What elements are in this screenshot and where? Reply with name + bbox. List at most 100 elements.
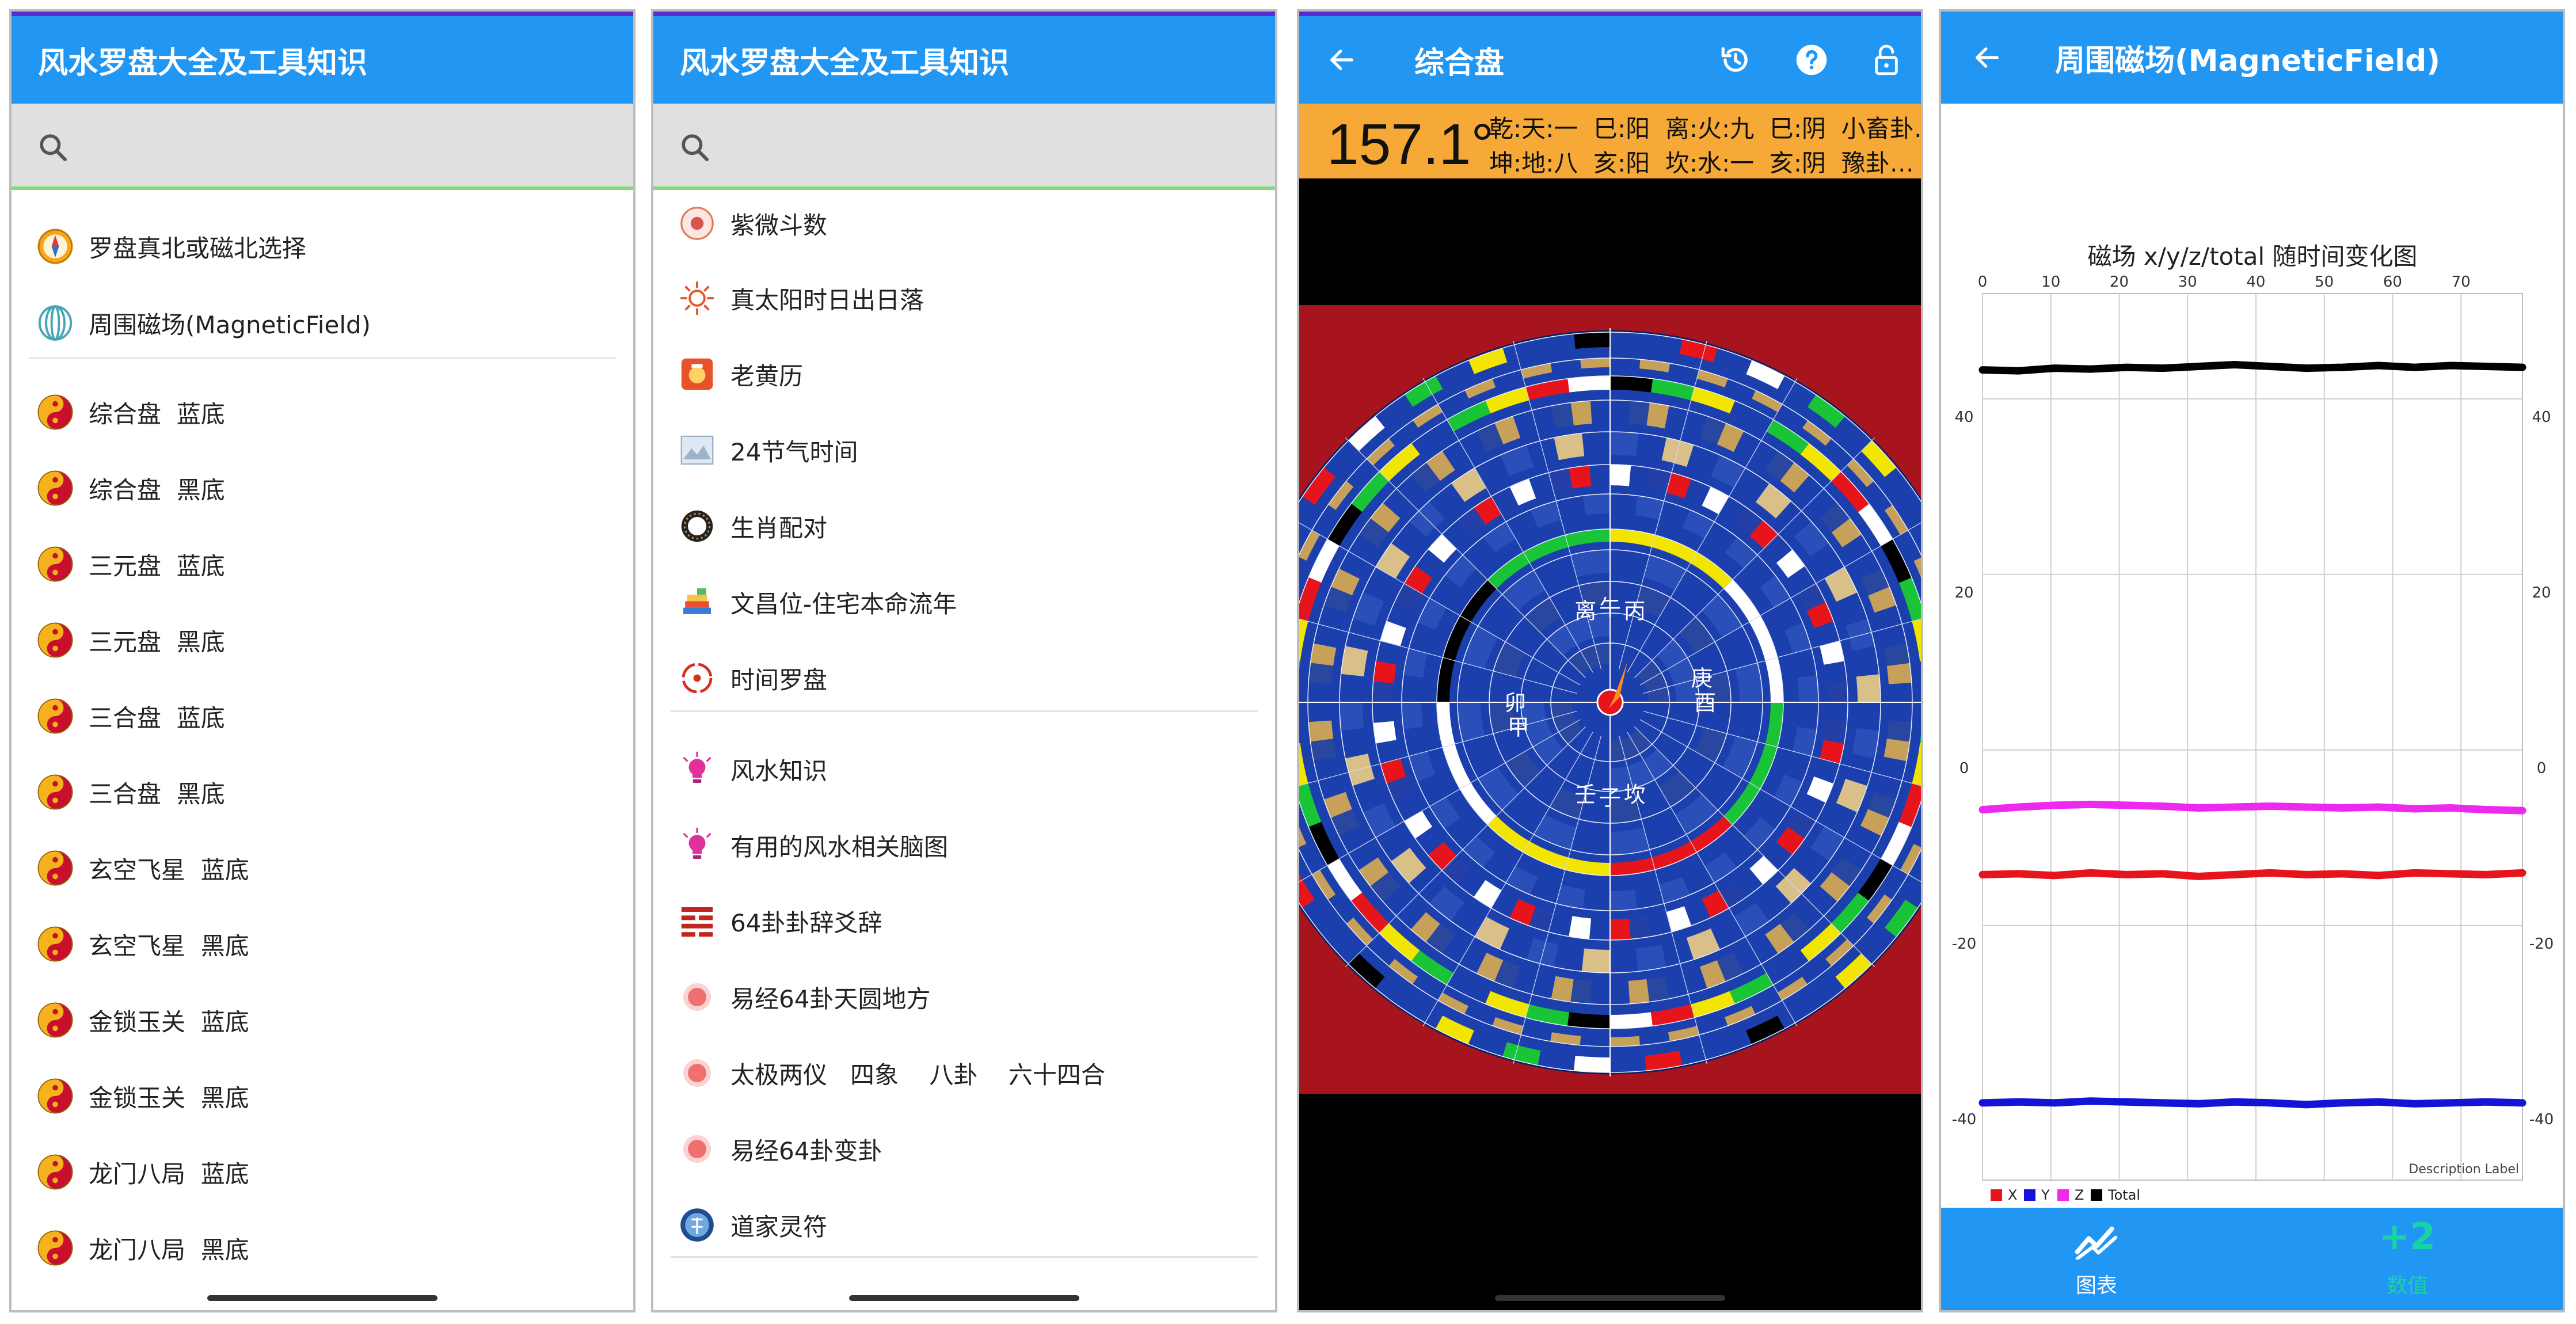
back-arrow-icon[interactable] — [1966, 37, 2008, 78]
list-item[interactable]: 玄空飞星 蓝底 — [12, 836, 633, 900]
list-item-label: 周围磁场(MagneticField) — [89, 310, 371, 339]
search-bar[interactable] — [12, 104, 633, 190]
list-item[interactable]: 易经64卦变卦 — [653, 1117, 1275, 1181]
list-item[interactable]: 有用的风水相关脑图 — [653, 813, 1275, 877]
list-item[interactable]: 生肖配对 — [653, 494, 1275, 558]
compass-label: 午 — [1599, 595, 1621, 621]
bearing-degree: 157.1° — [1327, 112, 1494, 177]
compass-label: 庚 — [1691, 665, 1713, 691]
list-item[interactable]: 三元盘 蓝底 — [12, 532, 633, 596]
taiji-icon — [36, 393, 75, 432]
list-item[interactable]: 紫微斗数 — [653, 192, 1275, 255]
nav-tab-chart[interactable]: 图表 — [1941, 1208, 2252, 1310]
list-item[interactable]: 龙门八局 黑底 — [12, 1216, 633, 1280]
y-tick-label-left: -20 — [1952, 935, 1976, 953]
list-item[interactable]: 综合盘 黑底 — [12, 456, 633, 520]
list-item[interactable]: 64卦卦辞爻辞 — [653, 889, 1275, 953]
legend-label: Z — [2075, 1187, 2084, 1203]
x-tick-label: 10 — [2041, 273, 2060, 291]
list-item[interactable]: 三元盘 黑底 — [12, 608, 633, 672]
y-tick-label-right: 40 — [2532, 409, 2551, 426]
phone-screen-magnetic-field: 周围磁场(MagneticField) 磁场 x/y/z/total 随时间变化… — [1939, 9, 2565, 1312]
time-compass-icon — [678, 659, 717, 698]
bearing-info-bar: 157.1° 乾:天:一 巳:阳 离:火:九 巳:阴 小畜卦… 坤:地:八 亥:… — [1299, 104, 1921, 178]
y-tick-label-left: -40 — [1952, 1111, 1976, 1128]
compass-label: 壬 — [1574, 782, 1596, 807]
taiji-icon — [36, 469, 75, 508]
taoist-charm-icon — [678, 1205, 717, 1245]
app-bar: 周围磁场(MagneticField) — [1941, 12, 2563, 104]
home-indicator[interactable] — [849, 1295, 1079, 1301]
list-item-label: 罗盘真北或磁北选择 — [89, 234, 307, 262]
list-item[interactable]: 老黄历 — [653, 343, 1275, 406]
list-item[interactable]: 时间罗盘 — [653, 646, 1275, 710]
x-tick-label: 40 — [2246, 273, 2265, 291]
search-input[interactable] — [722, 121, 1241, 173]
home-indicator[interactable] — [207, 1295, 437, 1301]
trigram-info-line-2: 坤:地:八 亥:阳 坎:水:一 亥:阴 豫卦… — [1489, 149, 1914, 177]
divider — [29, 357, 616, 359]
list-item[interactable]: 风水知识 — [653, 737, 1275, 801]
compass-label: 子 — [1599, 785, 1621, 811]
compass-icon — [36, 227, 75, 266]
nav-tab-chart-label: 图表 — [2075, 1274, 2117, 1298]
search-icon[interactable] — [679, 131, 711, 166]
list-item[interactable]: 太极两仪 四象 八卦 六十四合 — [653, 1041, 1275, 1105]
books-icon — [678, 583, 717, 622]
list-item[interactable]: 玄空飞星 黑底 — [12, 912, 633, 976]
taiji-icon — [36, 545, 75, 584]
x-tick-label: 30 — [2178, 273, 2197, 291]
list-item[interactable]: 24节气时间 — [653, 418, 1275, 482]
x-tick-label: 0 — [1978, 273, 1988, 291]
lightbulb-icon — [678, 749, 717, 789]
luopan-compass-dial[interactable]: 子 午卯 酉壬 丙甲 庚坎 离 — [1297, 322, 1923, 1082]
values-badge: +2 — [2379, 1216, 2436, 1258]
nav-tab-values[interactable]: +2 数值 — [2252, 1208, 2563, 1310]
list-item[interactable]: 综合盘 蓝底 — [12, 381, 633, 444]
list-item[interactable]: 金锁玉关 黑底 — [12, 1064, 633, 1128]
list-item[interactable]: 真太阳时日出日落 — [653, 267, 1275, 330]
list-item[interactable]: 易经64卦天圆地方 — [653, 965, 1275, 1029]
list-item[interactable]: 罗盘真北或磁北选择 — [12, 215, 633, 278]
lock-open-icon[interactable] — [1866, 39, 1907, 81]
status-strip — [653, 12, 1275, 16]
back-arrow-icon[interactable] — [1321, 39, 1363, 81]
x-tick-label: 60 — [2383, 273, 2402, 291]
list-item[interactable]: 周围磁场(MagneticField) — [12, 291, 633, 355]
series-line-z — [1978, 800, 2526, 815]
zodiac-ring-icon — [678, 507, 717, 546]
series-line-x — [1978, 869, 2526, 880]
solar-term-icon — [678, 431, 717, 470]
y-tick-label-right: -40 — [2529, 1111, 2554, 1128]
list-item-label: 紫微斗数 — [730, 211, 828, 239]
phone-screen-menu-1: 风水罗盘大全及工具知识 罗盘真北或磁北选择周围磁场(MagneticField)… — [9, 9, 636, 1312]
list-item[interactable]: 金锁玉关 蓝底 — [12, 988, 633, 1052]
app-title: 风水罗盘大全及工具知识 — [38, 45, 368, 81]
list-item[interactable]: 龙门八局 蓝底 — [12, 1140, 633, 1204]
list-item-label: 易经64卦变卦 — [730, 1136, 882, 1165]
history-icon[interactable] — [1715, 39, 1756, 81]
list-item-label: 三元盘 蓝底 — [89, 551, 225, 580]
list-item[interactable]: 三合盘 黑底 — [12, 760, 633, 824]
almanac-icon — [678, 355, 717, 394]
search-icon[interactable] — [37, 131, 69, 166]
chart-description-label: Description Label — [2408, 1162, 2519, 1177]
magnetic-field-chart[interactable]: 磁场 x/y/z/total 随时间变化图 0 10 20 30 40 50 60 70 40 40… — [1941, 104, 2563, 1208]
list-item-label: 综合盘 黑底 — [89, 475, 225, 504]
list-item-label: 三元盘 黑底 — [89, 627, 225, 656]
chart-title: 磁场 x/y/z/total 随时间变化图 — [2088, 242, 2418, 271]
list-item[interactable]: 三合盘 蓝底 — [12, 684, 633, 748]
red-dot-icon — [678, 977, 717, 1017]
search-input[interactable] — [81, 121, 599, 173]
list-item[interactable]: 道家灵符 — [653, 1193, 1275, 1257]
search-bar[interactable] — [653, 104, 1275, 190]
help-icon[interactable] — [1791, 39, 1832, 81]
magnet-field-icon — [36, 303, 75, 343]
series-line-total — [1978, 361, 2526, 375]
x-tick-label: 70 — [2452, 273, 2471, 291]
home-indicator[interactable] — [1495, 1295, 1725, 1301]
compass-label: 离 — [1574, 599, 1596, 624]
list-item-label: 风水知识 — [730, 756, 828, 785]
list-item[interactable]: 文昌位-住宅本命流年 — [653, 570, 1275, 634]
compass-label: 甲 — [1508, 715, 1529, 740]
